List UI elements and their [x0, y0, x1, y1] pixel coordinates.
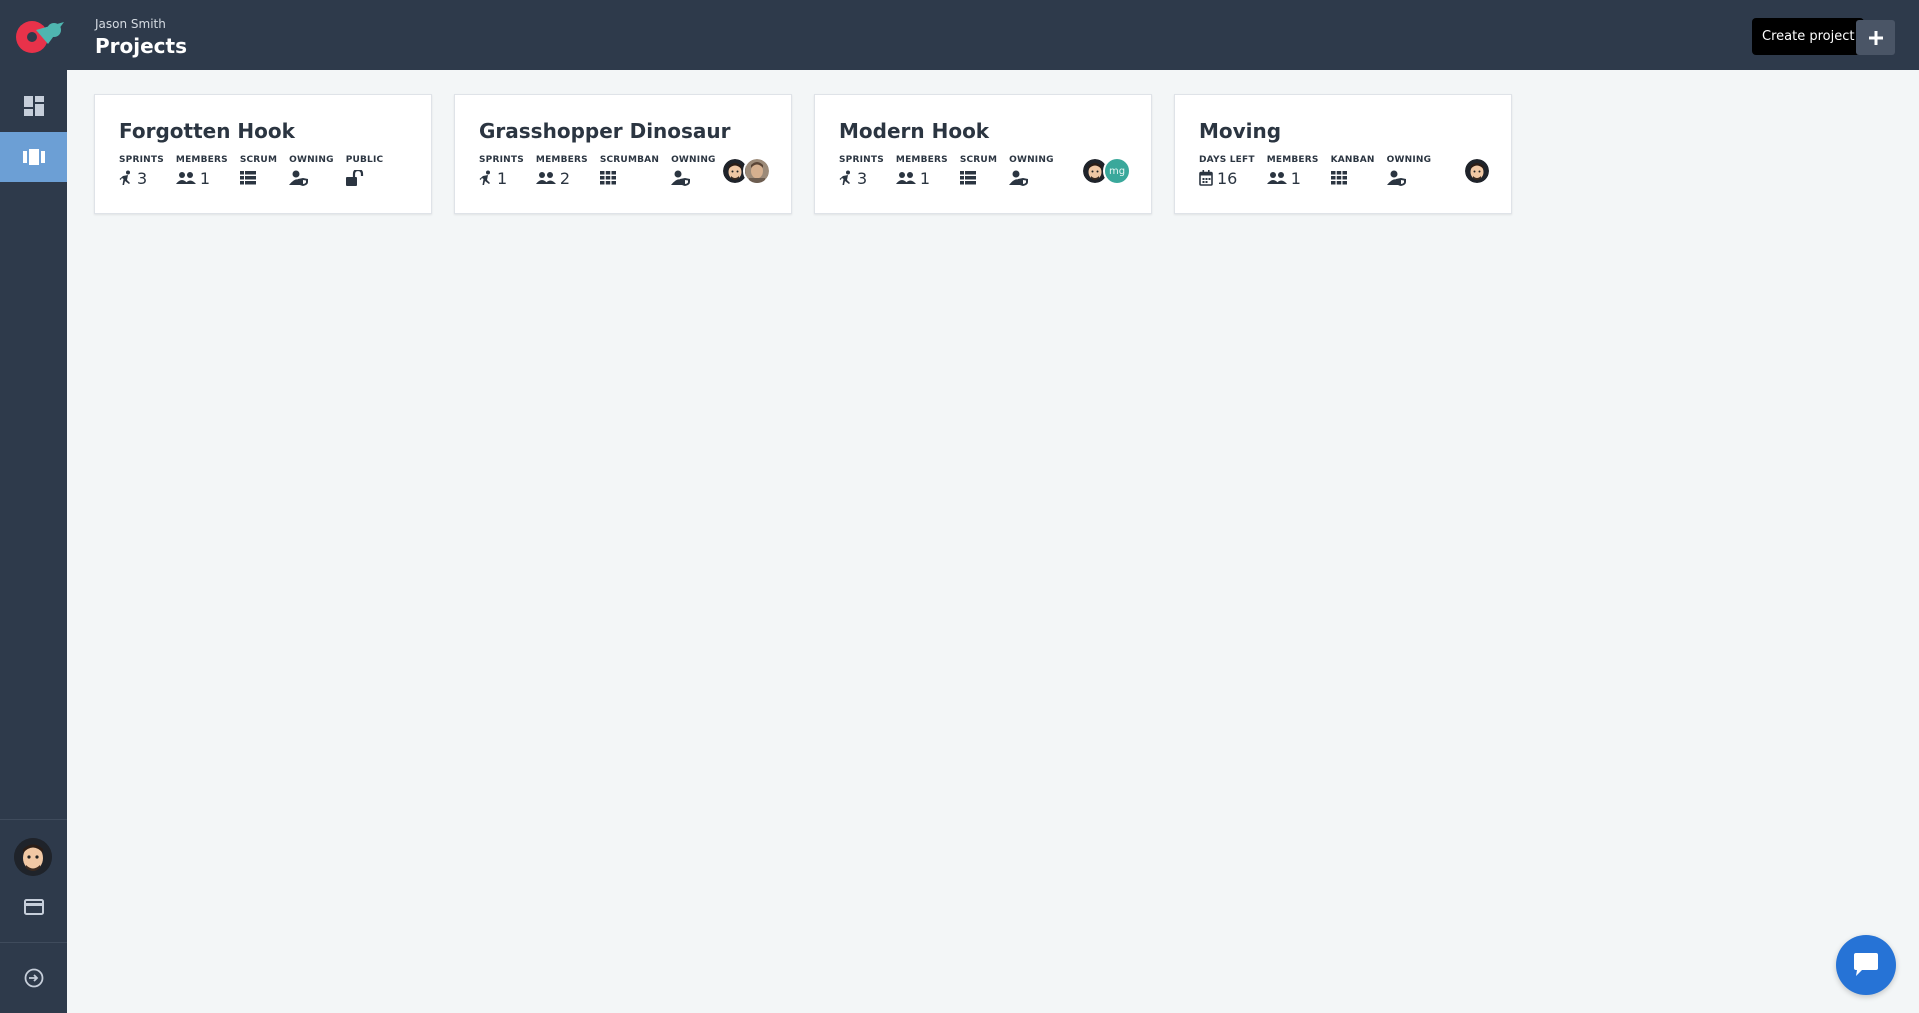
project-title: Moving: [1199, 119, 1282, 143]
logout-icon: [24, 968, 43, 988]
sidebar-divider: [0, 819, 67, 820]
stat-sprints: SPRINTS 3: [119, 155, 164, 188]
stat-type: SCRUMBAN: [599, 155, 659, 189]
stat-members: MEMBERS 1: [895, 155, 948, 188]
stat-type: SCRUM: [959, 155, 997, 189]
sidebar-item-projects[interactable]: [0, 132, 67, 182]
grid-icon: [1330, 171, 1347, 185]
members-icon: [175, 172, 196, 184]
sprint-runner-icon: [119, 170, 130, 185]
stat-type: KANBAN: [1330, 155, 1375, 189]
create-project-button[interactable]: [1856, 20, 1895, 55]
stat-members: MEMBERS 1: [175, 155, 228, 188]
member-avatars: mg: [1081, 157, 1131, 185]
scrum-list-icon: [239, 171, 256, 185]
sprint-runner-icon: [839, 170, 850, 185]
app-logo[interactable]: [14, 14, 66, 56]
avatar-initials[interactable]: mg: [1103, 157, 1131, 185]
sidebar-item-dashboard[interactable]: [0, 81, 67, 131]
current-user-name: Jason Smith: [95, 17, 166, 31]
projects-icon: [22, 149, 45, 165]
calendar-icon: [1199, 170, 1213, 186]
avatar[interactable]: [1463, 157, 1491, 185]
scrum-list-icon: [959, 171, 976, 185]
project-stats: SPRINTS 1 MEMBERS 2 SCRUMBAN OWNING: [479, 155, 728, 189]
owner-shield-icon: [289, 170, 309, 186]
project-title: Grasshopper Dinosaur: [479, 119, 731, 143]
page-title: Projects: [95, 34, 188, 58]
sidebar-item-billing[interactable]: [0, 882, 67, 932]
project-stats: SPRINTS 3 MEMBERS 1 SCRUM OWNING: [839, 155, 1066, 189]
stat-sprints: SPRINTS 1: [479, 155, 524, 188]
members-icon: [535, 172, 556, 184]
members-icon: [895, 172, 916, 184]
stat-owning: OWNING: [671, 155, 716, 189]
project-card[interactable]: Moving DAYS LEFT 16 MEMBERS 1 KANBAN OWN…: [1174, 94, 1512, 214]
stat-owning: OWNING: [1009, 155, 1054, 189]
stat-members: MEMBERS 1: [1266, 155, 1319, 188]
project-title: Modern Hook: [839, 119, 990, 143]
owner-shield-icon: [1009, 170, 1029, 186]
create-project-tooltip: Create project: [1752, 18, 1871, 55]
stat-members: MEMBERS 2: [535, 155, 588, 188]
sidebar: [0, 70, 67, 1013]
owner-shield-icon: [1386, 170, 1406, 186]
stat-sprints: SPRINTS 3: [839, 155, 884, 188]
chat-bubble-icon: [1854, 953, 1878, 976]
unlock-icon: [345, 170, 363, 186]
billing-card-icon: [23, 899, 44, 915]
stat-type: SCRUM: [239, 155, 277, 189]
stat-days-left: DAYS LEFT 16: [1199, 155, 1255, 188]
owner-shield-icon: [671, 170, 691, 186]
project-stats: SPRINTS 3 MEMBERS 1 SCRUM OWNING: [119, 155, 395, 189]
chat-widget-button[interactable]: [1836, 935, 1896, 995]
project-card[interactable]: Modern Hook SPRINTS 3 MEMBERS 1 SCRUM OW…: [814, 94, 1152, 214]
project-card[interactable]: Forgotten Hook SPRINTS 3 MEMBERS 1 SCRUM…: [94, 94, 432, 214]
members-icon: [1266, 172, 1287, 184]
stat-visibility: PUBLIC: [345, 155, 384, 189]
grid-icon: [599, 171, 616, 185]
stat-owning: OWNING: [289, 155, 334, 189]
project-stats: DAYS LEFT 16 MEMBERS 1 KANBAN OWNING: [1199, 155, 1443, 189]
sidebar-item-logout[interactable]: [0, 953, 67, 1003]
user-avatar[interactable]: [14, 838, 52, 876]
top-bar: Jason Smith Projects Create project: [0, 0, 1919, 70]
sidebar-divider: [0, 942, 67, 943]
project-card[interactable]: Grasshopper Dinosaur SPRINTS 1 MEMBERS 2…: [454, 94, 792, 214]
sprint-runner-icon: [479, 170, 490, 185]
plus-icon: [1868, 30, 1883, 45]
member-avatars: [1463, 157, 1491, 185]
dashboard-icon: [23, 96, 44, 116]
project-title: Forgotten Hook: [119, 119, 295, 143]
avatar[interactable]: [743, 157, 771, 185]
stat-owning: OWNING: [1386, 155, 1432, 189]
member-avatars: [721, 157, 771, 185]
